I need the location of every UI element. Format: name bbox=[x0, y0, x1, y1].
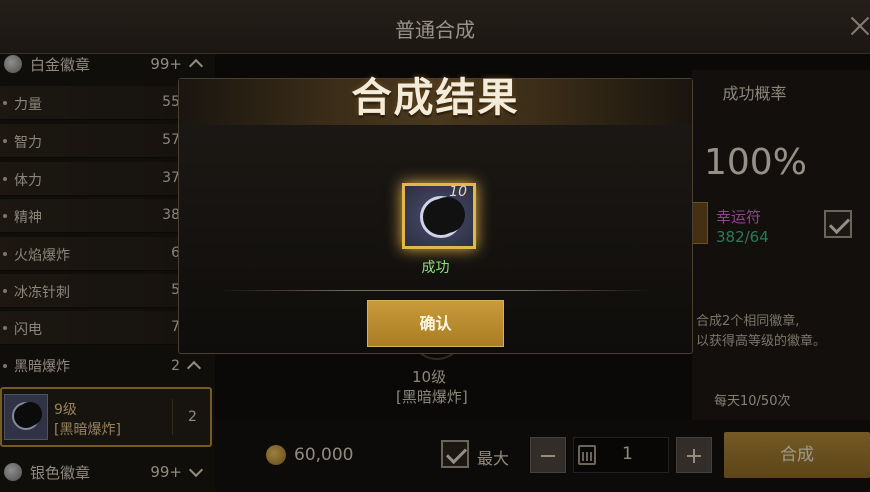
crescent-moon-icon bbox=[420, 196, 465, 238]
confirm-label: 确认 bbox=[419, 314, 452, 333]
badge-level-number: 10 bbox=[449, 184, 467, 200]
confirm-button[interactable]: 确认 bbox=[367, 300, 504, 347]
result-modal: 合成结果 10 成功 确认 bbox=[178, 75, 693, 354]
dark-explosion-badge-icon: 10 bbox=[402, 183, 476, 249]
result-status: 成功 bbox=[421, 260, 450, 276]
divider bbox=[219, 290, 652, 291]
modal-title: 合成结果 bbox=[351, 75, 520, 121]
